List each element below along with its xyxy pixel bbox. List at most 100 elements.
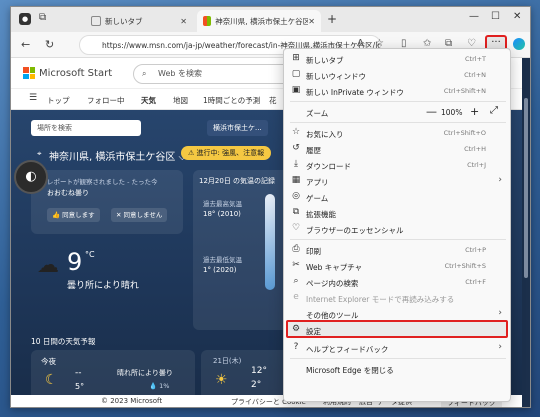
print-icon: ⎙ — [292, 244, 300, 254]
menu-item-close-edge[interactable]: Microsoft Edge を閉じる — [284, 361, 510, 377]
chevron-right-icon: › — [498, 342, 502, 352]
nav-item-flower[interactable]: 花 — [269, 95, 277, 106]
forecast-day2-card[interactable]: 21日(木) ☀ 12° 2° — [201, 350, 291, 400]
menu-item-browser-essentials[interactable]: ♡ ブラウザーのエッセンシャル — [284, 221, 510, 237]
record-low-value: 1° (2020) — [203, 266, 237, 274]
forecast-today-high: -- — [75, 368, 82, 378]
report-text: レポートが観察されました - たった今 — [47, 178, 158, 186]
menu-label: ブラウザーのエッセンシャル — [306, 226, 404, 235]
close-tab-icon[interactable]: ✕ — [180, 17, 187, 26]
location-chip[interactable]: 横浜市保土ケ... — [207, 120, 268, 136]
back-button[interactable]: ← — [21, 38, 30, 51]
menu-label: 印刷 — [306, 247, 321, 256]
menu-label: アプリ — [306, 178, 329, 187]
scrollbar-thumb[interactable] — [524, 98, 528, 278]
record-low-label: 過去最低気温 — [203, 256, 242, 264]
nav-item-following[interactable]: フォロー中 — [87, 95, 125, 106]
current-temperature: 9 — [67, 248, 83, 276]
menu-label: Web キャプチャ — [306, 263, 363, 272]
menu-shortcut: Ctrl+Shift+O — [443, 129, 486, 137]
menu-label: 拡張機能 — [306, 210, 336, 219]
menu-divider — [290, 101, 506, 102]
location-pin-icon: ⌖ — [37, 149, 42, 158]
menu-item-find-on-page[interactable]: ⌕ ページ内の検索 Ctrl+F — [284, 274, 510, 290]
menu-shortcut: Ctrl+Shift+S — [444, 262, 486, 270]
copilot-icon[interactable] — [513, 38, 525, 50]
close-tab-icon[interactable]: ✕ — [308, 17, 315, 26]
minimize-button[interactable]: — — [469, 11, 479, 22]
nav-item-top[interactable]: トップ — [47, 95, 70, 106]
games-icon: ◎ — [292, 191, 300, 201]
close-window-button[interactable]: ✕ — [513, 11, 521, 22]
menu-item-favorites[interactable]: ☆ お気に入り Ctrl+Shift+O — [284, 125, 510, 141]
menu-item-extensions[interactable]: ⧉ 拡張機能 — [284, 205, 510, 221]
menu-divider — [290, 358, 506, 359]
forecast-title: 10 日間の天気予報 — [31, 337, 96, 346]
nav-item-map[interactable]: 地図 — [173, 95, 188, 106]
menu-item-downloads[interactable]: ⤓ ダウンロード Ctrl+J — [284, 157, 510, 173]
refresh-button[interactable]: ↻ — [45, 38, 54, 51]
tab-title: 新しいタブ — [105, 16, 143, 26]
menu-shortcut: Ctrl+H — [464, 145, 486, 153]
hamburger-menu-icon[interactable]: ☰ — [29, 93, 37, 103]
help-icon: ? — [293, 342, 299, 352]
search-placeholder: Web を検索 — [158, 69, 202, 78]
current-conditions-card: レポートが観察されました - たった今 おおむね曇り 👍 同意します ✕ 同意し… — [31, 170, 183, 234]
new-tab-icon — [91, 16, 101, 26]
extensions-icon: ⧉ — [292, 207, 300, 217]
tab-title: 神奈川県, 横浜市保土ケ谷区 の天 — [215, 16, 309, 26]
menu-label: 設定 — [306, 327, 321, 336]
menu-item-history[interactable]: ↺ 履歴 Ctrl+H — [284, 141, 510, 157]
menu-label: ヘルプとフィードバック — [306, 345, 389, 354]
fullscreen-icon[interactable]: ⤢ — [490, 105, 498, 116]
menu-item-apps[interactable]: ▦ アプリ › — [284, 173, 510, 189]
forecast-today-label: 今夜 — [41, 357, 56, 366]
profile-icon[interactable]: ● — [19, 13, 31, 25]
zoom-in-button[interactable]: + — [470, 105, 479, 118]
zoom-out-button[interactable]: — — [426, 105, 437, 118]
menu-item-games[interactable]: ◎ ゲーム — [284, 189, 510, 205]
disagree-button[interactable]: ✕ 同意しません — [111, 208, 168, 222]
menu-item-print[interactable]: ⎙ 印刷 Ctrl+P — [284, 242, 510, 258]
tab-weather[interactable]: 神奈川県, 横浜市保土ケ谷区 の天 ✕ — [197, 10, 321, 32]
location-search-input[interactable]: 場所を検索 — [31, 120, 141, 136]
settings-and-more-menu: ⊞ 新しいタブ Ctrl+T ▢ 新しいウィンドウ Ctrl+N ▣ 新しい InPriv… — [283, 48, 511, 402]
find-icon: ⌕ — [293, 276, 299, 286]
page-scrollbar[interactable] — [522, 58, 530, 407]
maximize-button[interactable]: ☐ — [491, 11, 500, 22]
microsoft-logo-icon — [23, 67, 35, 79]
nav-item-weather[interactable]: 天気 — [141, 95, 156, 106]
menu-item-new-tab[interactable]: ⊞ 新しいタブ Ctrl+T — [284, 51, 510, 67]
menu-shortcut: Ctrl+J — [467, 161, 486, 169]
menu-divider — [290, 239, 506, 240]
temperature-record-card: 12月20日 の気温の記録 過去最高気温 18° (2010) 過去最低気温 1… — [193, 170, 289, 330]
tab-actions-icon[interactable]: ⧉ — [39, 12, 46, 23]
menu-divider — [290, 122, 506, 123]
gear-icon: ⚙ — [291, 324, 301, 334]
menu-shortcut: Ctrl+P — [465, 246, 486, 254]
nav-item-hourly[interactable]: 1時間ごとの予測 — [203, 95, 260, 106]
forecast-today-desc: 晴れ所により曇り — [117, 369, 173, 377]
menu-shortcut: Ctrl+N — [464, 71, 486, 79]
new-tab-button[interactable]: + — [327, 12, 337, 26]
menu-item-help-feedback[interactable]: ? ヘルプとフィードバック › — [284, 340, 510, 356]
brand-name[interactable]: Microsoft Start — [39, 68, 112, 79]
floating-app-icon[interactable]: ◐ — [14, 160, 48, 194]
menu-item-inprivate[interactable]: ▣ 新しい InPrivate ウィンドウ Ctrl+Shift+N — [284, 83, 510, 99]
capture-icon: ✂ — [292, 260, 300, 270]
location-title[interactable]: 神奈川県, 横浜市保土ケ谷区 ⌵ — [49, 148, 186, 163]
menu-label: Internet Explorer モードで再読み込みする — [306, 295, 455, 304]
agree-button[interactable]: 👍 同意します — [47, 208, 100, 222]
web-search-input[interactable]: ⌕ Web を検索 — [133, 64, 293, 84]
weather-alert-badge[interactable]: ⚠ 進行中: 強風、注意報 — [181, 146, 272, 160]
footer-copyright: © 2023 Microsoft — [101, 397, 163, 405]
tab-new-tab[interactable]: 新しいタブ ✕ — [85, 10, 193, 32]
temperature-unit: °C — [85, 250, 95, 259]
forecast-today-card[interactable]: 今夜 ☾ -- 5° 晴れ所により曇り 💧 1% — [31, 350, 195, 400]
menu-item-web-capture[interactable]: ✂ Web キャプチャ Ctrl+Shift+S — [284, 258, 510, 274]
menu-item-new-window[interactable]: ▢ 新しいウィンドウ Ctrl+N — [284, 67, 510, 83]
new-tab-icon: ⊞ — [292, 53, 300, 63]
apps-icon: ▦ — [291, 175, 301, 185]
menu-item-settings[interactable]: ⚙ 設定 — [284, 322, 510, 338]
search-icon: ⌕ — [142, 69, 147, 78]
